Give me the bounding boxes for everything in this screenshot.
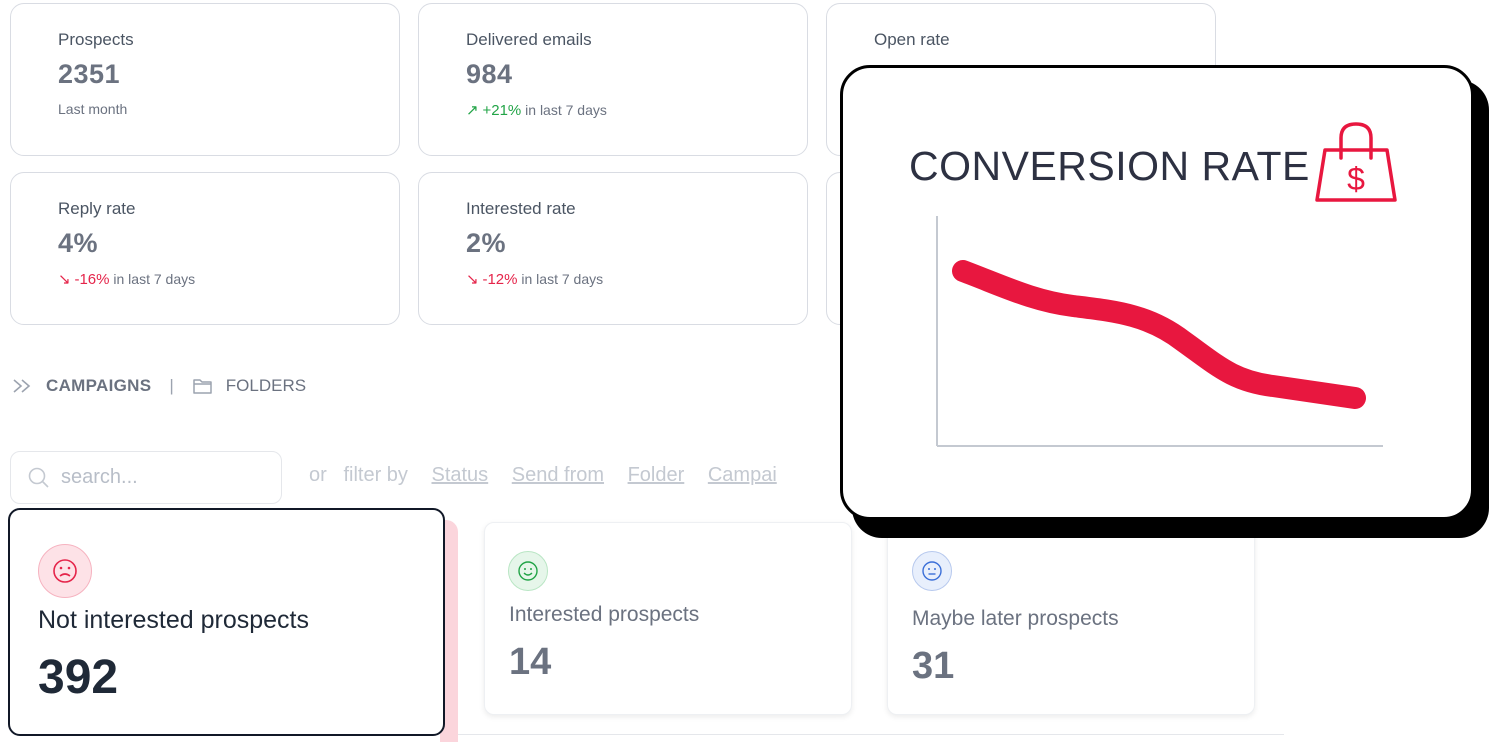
stat-card-prospects: Prospects 2351 Last month <box>10 3 400 156</box>
conversion-rate-card: CONVERSION RATE $ <box>840 65 1474 520</box>
section-tabs: CAMPAIGNS | FOLDERS <box>12 376 306 396</box>
search-input[interactable] <box>61 466 261 489</box>
stat-value: 2351 <box>58 59 121 89</box>
trend-value: -12% <box>482 271 518 288</box>
stat-label: Delivered emails <box>466 30 592 49</box>
conversion-trend-line <box>952 260 1366 409</box>
prospect-card-value: 392 <box>38 651 119 704</box>
filter-send-from-link[interactable]: Send from <box>512 464 604 486</box>
trend-text: in last 7 days <box>517 271 604 287</box>
filter-status-link[interactable]: Status <box>431 464 488 486</box>
folder-icon <box>193 379 212 394</box>
stat-value: 984 <box>466 59 513 89</box>
filter-folder-link[interactable]: Folder <box>628 464 685 486</box>
stat-label: Prospects <box>58 30 134 49</box>
card-not-interested-prospects[interactable]: Not interested prospects 392 <box>8 508 445 736</box>
trend-text: in last 7 days <box>109 271 196 287</box>
stat-label: Interested rate <box>466 199 576 218</box>
smile-face-icon <box>508 551 548 591</box>
search-box[interactable] <box>10 451 282 504</box>
tab-campaigns-label: CAMPAIGNS <box>46 376 152 395</box>
trend-text: in last 7 days <box>521 102 607 118</box>
stat-card-reply-rate: Reply rate 4% ↘ -16% in last 7 days <box>10 172 400 325</box>
trend-up-arrow-icon: ↗ <box>466 102 479 119</box>
trend-value: -16% <box>74 271 110 288</box>
stat-trend: ↘ -16% in last 7 days <box>58 270 399 288</box>
double-chevron-right-icon <box>13 379 31 393</box>
prospect-card-label: Interested prospects <box>509 603 700 626</box>
filter-prefix: or filter by <box>309 464 408 486</box>
stat-card-delivered-emails: Delivered emails 984 ↗ +21% in last 7 da… <box>418 3 808 156</box>
stat-value: 4% <box>58 228 99 258</box>
neutral-face-icon <box>912 551 952 591</box>
tab-campaigns[interactable]: CAMPAIGNS <box>12 376 151 396</box>
trend-down-arrow-icon: ↘ <box>58 271 71 288</box>
trend-down-arrow-icon: ↘ <box>466 271 479 288</box>
shopping-bag-dollar-icon: $ <box>1315 122 1397 202</box>
trend-value: +21% <box>482 102 522 119</box>
search-icon <box>28 467 49 488</box>
tab-folders[interactable]: FOLDERS <box>192 376 306 396</box>
stat-value: 2% <box>466 228 507 258</box>
conversion-title: CONVERSION RATE <box>909 143 1310 189</box>
svg-text:$: $ <box>1347 161 1365 197</box>
prospect-card-label: Not interested prospects <box>38 606 309 634</box>
stat-trend: ↘ -12% in last 7 days <box>466 270 807 288</box>
filter-campaign-link[interactable]: Campai <box>708 464 777 486</box>
prospect-card-value: 14 <box>509 641 552 683</box>
card-maybe-later-prospects[interactable]: Maybe later prospects 31 <box>887 522 1255 715</box>
sad-face-icon <box>38 544 92 598</box>
conversion-line-chart <box>936 216 1383 447</box>
divider <box>458 734 1284 735</box>
stat-label: Reply rate <box>58 199 136 218</box>
filter-row: or filter by Status Send from Folder Cam… <box>309 464 777 487</box>
card-interested-prospects[interactable]: Interested prospects 14 <box>484 522 852 715</box>
stat-subtext: Last month <box>58 101 128 117</box>
stat-label: Open rate <box>874 30 950 49</box>
tab-folders-label: FOLDERS <box>225 376 307 395</box>
stat-trend: ↗ +21% in last 7 days <box>466 101 807 119</box>
tab-separator: | <box>169 376 174 395</box>
stat-card-interested-rate: Interested rate 2% ↘ -12% in last 7 days <box>418 172 808 325</box>
prospect-card-label: Maybe later prospects <box>912 607 1119 630</box>
prospect-card-value: 31 <box>912 645 955 687</box>
